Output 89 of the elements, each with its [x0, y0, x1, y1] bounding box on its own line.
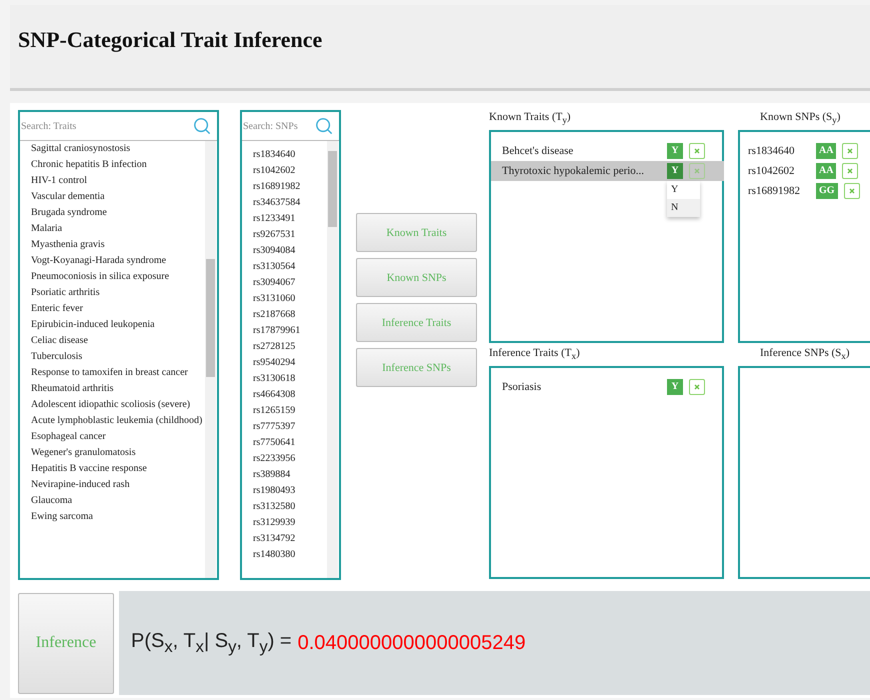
trait-item[interactable]: Vogt-Koyanagi-Harada syndrome [31, 253, 204, 269]
panel-title: Inference Traits (T$_{x}$) [489, 346, 581, 364]
remove-button[interactable] [842, 163, 858, 179]
menu-option[interactable]: Y [667, 181, 700, 199]
snp-item[interactable]: rs34637584 [253, 195, 326, 211]
trait-item[interactable]: Enteric fever [31, 301, 204, 317]
item-label: Behcet's disease [502, 145, 574, 157]
snp-item[interactable]: rs2728125 [253, 339, 326, 355]
scrollbar[interactable] [327, 141, 338, 578]
list-row[interactable]: rs1834640 AA [740, 141, 870, 161]
probability-formula: P(S$_{x}$, T$_{x}$| S$_{y}$, T$_{y}$) = [131, 630, 292, 656]
snp-item[interactable]: rs3134792 [253, 531, 326, 547]
snp-item[interactable]: rs3129939 [253, 515, 326, 531]
trait-item[interactable]: Rheumatoid arthritis [31, 381, 204, 397]
page-title: SNP-Categorical Trait Inference [18, 27, 322, 53]
item-label: rs1834640 [748, 145, 796, 157]
trait-item[interactable]: Pneumoconiosis in silica exposure [31, 269, 204, 285]
close-icon [692, 382, 702, 392]
search-icon[interactable] [193, 117, 211, 135]
trait-item[interactable]: Ewing sarcoma [31, 509, 204, 525]
snp-item[interactable]: rs3132580 [253, 499, 326, 515]
snp-search-field[interactable]: Search: SNPs [242, 120, 315, 132]
search-icon[interactable] [315, 117, 333, 135]
snp-item[interactable]: rs16891982 [253, 179, 326, 195]
trait-item[interactable]: Vascular dementia [31, 189, 204, 205]
snp-item[interactable]: rs1233491 [253, 211, 326, 227]
snp-item[interactable]: rs389884 [253, 467, 326, 483]
value-dropdown[interactable]: Y [667, 163, 683, 179]
trait-item[interactable]: Esophageal cancer [31, 429, 204, 445]
trait-item[interactable]: Psoriatic arthritis [31, 285, 204, 301]
trait-item[interactable]: Response to tamoxifen in breast cancer [31, 365, 204, 381]
list-row[interactable]: rs1042602 AA [740, 161, 870, 181]
panel-title: Known Traits (T$_{y}$) [489, 110, 572, 128]
remove-button[interactable] [689, 143, 705, 159]
trait-item[interactable]: Hepatitis B vaccine response [31, 461, 204, 477]
remove-button[interactable] [842, 143, 858, 159]
trait-item[interactable]: Malaria [31, 221, 204, 237]
panel-title: Known SNPs (S$_{y}$) [759, 110, 842, 128]
close-icon [846, 186, 857, 196]
trait-item[interactable]: Tuberculosis [31, 349, 204, 365]
snp-item[interactable]: rs1265159 [253, 403, 326, 419]
snp-item[interactable]: rs1980493 [253, 483, 326, 499]
snp-item[interactable]: rs3094084 [253, 243, 326, 259]
close-icon [845, 166, 856, 176]
probability-value: 0.0400000000000005249 [298, 632, 526, 654]
close-icon [692, 146, 702, 156]
snp-item[interactable]: rs7750641 [253, 435, 326, 451]
menu-option[interactable]: N [667, 199, 700, 217]
item-label: rs1042602 [748, 165, 796, 177]
close-icon [845, 146, 856, 156]
snp-item[interactable]: rs1480380 [253, 547, 326, 563]
remove-button[interactable] [689, 379, 705, 395]
snp-item[interactable]: rs1834640 [253, 147, 326, 163]
scrollbar[interactable] [205, 141, 216, 578]
trait-item[interactable]: Epirubicin-induced leukopenia [31, 317, 204, 333]
snp-item[interactable]: rs17879961 [253, 323, 326, 339]
trait-search-field[interactable]: Search: Traits [20, 120, 193, 132]
snp-item[interactable]: rs9540294 [253, 355, 326, 371]
snp-item[interactable]: rs7775397 [253, 419, 326, 435]
snp-item[interactable]: rs4664308 [253, 387, 326, 403]
snp-item[interactable]: rs3130564 [253, 259, 326, 275]
trait-item[interactable]: Glaucoma [31, 493, 204, 509]
trait-item[interactable]: Myasthenia gravis [31, 237, 204, 253]
close-icon [692, 166, 702, 176]
trait-item[interactable]: Sagittal craniosynostosis [31, 141, 204, 157]
trait-item[interactable]: Brugada syndrome [31, 205, 204, 221]
trait-item[interactable]: HIV-1 control [31, 173, 204, 189]
snp-item[interactable]: rs3094067 [253, 275, 326, 291]
snp-item[interactable]: rs2187668 [253, 307, 326, 323]
remove-button[interactable] [689, 163, 705, 179]
trait-item[interactable]: Celiac disease [31, 333, 204, 349]
snp-item[interactable]: rs3131060 [253, 291, 326, 307]
panel-title: Inference SNPs (S$_{x}$) [759, 346, 851, 364]
snp-item[interactable]: rs2233956 [253, 451, 326, 467]
list-row[interactable]: Behcet's disease Y [491, 141, 724, 161]
item-label: Psoriasis [502, 381, 542, 393]
list-row[interactable]: rs16891982 GG [740, 181, 870, 201]
trait-item[interactable]: Wegener's granulomatosis [31, 445, 204, 461]
snp-item[interactable]: rs9267531 [253, 227, 326, 243]
list-row[interactable]: Psoriasis Y [491, 377, 724, 397]
item-label: Thyrotoxic hypokalemic perio... [502, 165, 646, 177]
trait-item[interactable]: Chronic hepatitis B infection [31, 157, 204, 173]
snp-item[interactable]: rs1042602 [253, 163, 326, 179]
snp-item[interactable]: rs3130618 [253, 371, 326, 387]
remove-button[interactable] [844, 183, 860, 199]
trait-item[interactable]: Nevirapine-induced rash [31, 477, 204, 493]
trait-item[interactable]: Adolescent idiopathic scoliosis (severe) [31, 397, 204, 413]
item-label: rs16891982 [748, 185, 801, 197]
trait-item[interactable]: Acute lymphoblastic leukemia (childhood) [31, 413, 204, 429]
